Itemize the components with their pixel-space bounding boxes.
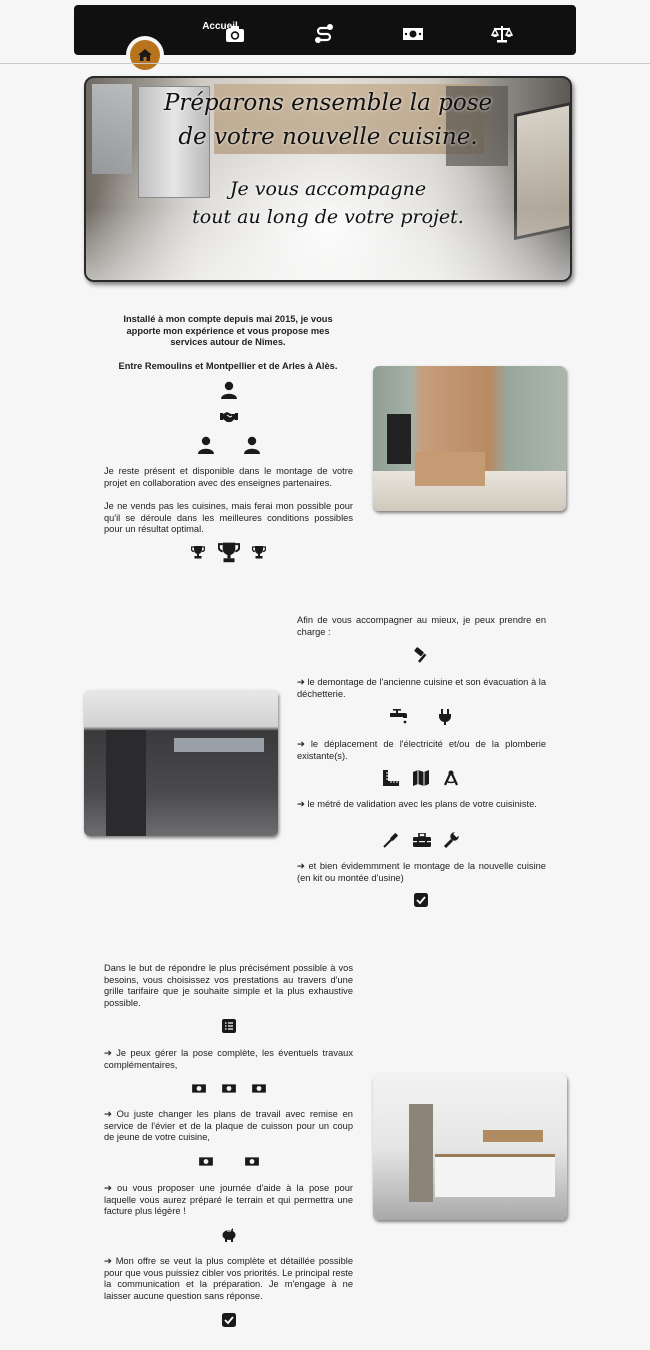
- photo-tall-unit: [106, 730, 146, 836]
- handshake-icon: [219, 409, 239, 425]
- arrow-circle-icon: ➔: [104, 1048, 112, 1058]
- list-alt-icon: [221, 1018, 237, 1034]
- partners-paragraph: Je reste présent et disponible dans le m…: [104, 466, 353, 488]
- money-bill-icon-3: [250, 1080, 268, 1096]
- camera-icon[interactable]: [224, 23, 246, 45]
- photo-base-units: [435, 1154, 555, 1197]
- hero-subtitle-line2: tout au long de votre projet.: [192, 206, 464, 228]
- trophy-icon-large: [217, 540, 241, 564]
- hero-title-line2: de votre nouvelle cuisine.: [178, 124, 478, 150]
- money-bill-icon-4: [197, 1153, 215, 1169]
- home-icon[interactable]: [130, 40, 160, 70]
- hero-banner: Préparons ensemble la pose de votre nouv…: [84, 76, 572, 282]
- services-intro: Afin de vous accompagner au mieux, je pe…: [297, 615, 546, 637]
- arrow-circle-icon: ➔: [297, 799, 305, 809]
- photo-wall-cabinet: [483, 1130, 543, 1142]
- scale-balance-icon[interactable]: [491, 23, 513, 45]
- trophy-icon-small-right: [251, 543, 267, 561]
- service-item-3: ➔ le métré de validation avec les plans …: [297, 799, 546, 811]
- check-square-icon-2: [221, 1312, 237, 1328]
- pricing-item-2: ➔ Ou juste changer les plans de travail …: [104, 1109, 353, 1144]
- service-item-4-text: et bien évidemmment le montage de la nou…: [297, 861, 546, 883]
- money-bill-icon-2: [220, 1080, 238, 1096]
- arrow-circle-icon: ➔: [297, 861, 305, 871]
- arrow-circle-icon: ➔: [104, 1183, 112, 1193]
- kitchen-photo-white: [373, 1074, 567, 1220]
- photo-island: [415, 452, 485, 486]
- money-bill-icon-1: [190, 1080, 208, 1096]
- pricing-item-2-text: Ou juste changer les plans de travail av…: [104, 1109, 353, 1142]
- pricing-item-1: ➔ Je peux gérer la pose complète, les év…: [104, 1048, 353, 1071]
- photo-shelf: [174, 738, 264, 752]
- pricing-intro: Dans le but de répondre le plus précisém…: [104, 963, 353, 1008]
- map-icon: [412, 769, 430, 787]
- piggy-bank-icon: [220, 1227, 238, 1243]
- wrench-icon: [442, 831, 460, 849]
- check-square-icon: [413, 892, 429, 908]
- arrow-circle-icon: ➔: [297, 739, 305, 749]
- service-item-3-text: le métré de validation avec les plans de…: [307, 799, 537, 809]
- trophy-icon-small-left: [190, 543, 206, 561]
- pricing-item-3: ➔ ou vous proposer une journée d'aide à …: [104, 1183, 353, 1218]
- service-item-4: ➔ et bien évidemmment le montage de la n…: [297, 861, 546, 884]
- faucet-icon: [389, 708, 409, 726]
- arrow-circle-icon: ➔: [104, 1109, 112, 1119]
- nav-divider: [0, 63, 650, 64]
- kitchen-photo-dark: [84, 690, 278, 836]
- photo-oven: [387, 414, 411, 464]
- service-item-1-text: le demontage de l'ancienne cuisine et so…: [297, 677, 546, 699]
- money-bill-icon-5: [243, 1153, 261, 1169]
- user-icon-left: [196, 435, 216, 455]
- drafting-compass-icon: [442, 769, 460, 787]
- user-icon: [219, 380, 239, 400]
- hero-subtitle-line1: Je vous accompagne: [229, 178, 427, 200]
- service-item-1: ➔ le demontage de l'ancienne cuisine et …: [297, 677, 546, 700]
- pricing-item-4: ➔ Mon offre se veut la plus complète et …: [104, 1256, 353, 1302]
- pricing-item-4-text: Mon offre se veut la plus complète et dé…: [104, 1256, 353, 1301]
- hammer-icon: [412, 646, 432, 664]
- service-item-2-text: le déplacement de l'électricité et/ou de…: [297, 739, 546, 761]
- pricing-item-1-text: Je peux gérer la pose complète, les éven…: [104, 1048, 353, 1070]
- arrow-circle-icon: ➔: [104, 1256, 112, 1266]
- kitchen-photo-green: [373, 366, 566, 511]
- hero-title-line1: Préparons ensemble la pose: [163, 90, 493, 116]
- ruler-combined-icon: [382, 769, 400, 787]
- toolbox-icon: [412, 831, 432, 849]
- money-bill-icon[interactable]: [402, 23, 424, 45]
- plug-icon: [435, 708, 455, 726]
- no-sales-paragraph: Je ne vends pas les cuisines, mais ferai…: [104, 501, 353, 534]
- intro-text: Installé à mon compte depuis mai 2015, j…: [123, 314, 333, 347]
- route-icon[interactable]: [313, 23, 335, 45]
- photo-tall-unit: [409, 1104, 433, 1202]
- screwdriver-icon: [382, 831, 400, 849]
- pricing-item-3-text: ou vous proposer une journée d'aide à la…: [104, 1183, 353, 1216]
- user-icon-right: [242, 435, 262, 455]
- service-area-text: Entre Remoulins et Montpellier et de Arl…: [118, 361, 338, 371]
- service-item-2: ➔ le déplacement de l'électricité et/ou …: [297, 739, 546, 762]
- arrow-circle-icon: ➔: [297, 677, 305, 687]
